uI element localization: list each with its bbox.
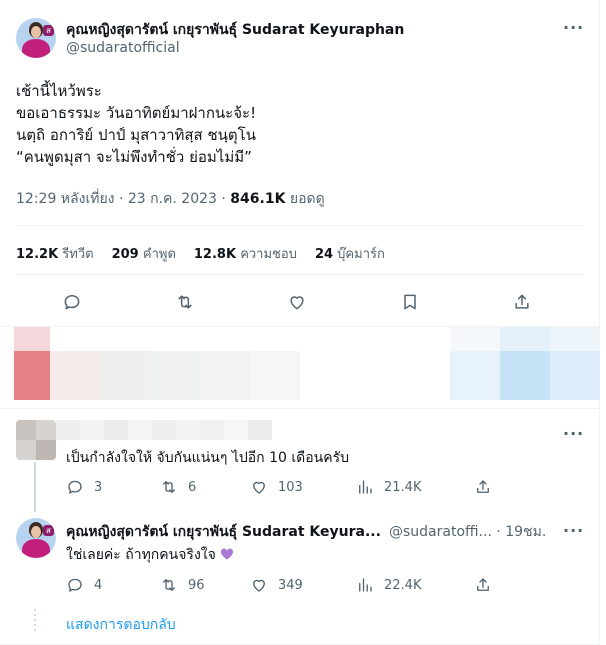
more-options-icon[interactable]: ··· <box>563 521 584 540</box>
thread-connector <box>34 462 36 512</box>
tweet-timestamp[interactable]: 12:29 หลังเที่ยง · 23 ก.ค. 2023 · <box>16 191 230 207</box>
author-avatar[interactable]: ส <box>16 18 56 58</box>
show-replies-link[interactable]: แสดงการตอบกลับ <box>66 614 176 636</box>
tweet-line: “คนพูดมุสา จะไม่พึงทำชั่ว ย่อมไม่มี” <box>16 148 252 166</box>
stat-retweets[interactable]: 12.2K รีทวีต <box>16 243 94 264</box>
reply-text: ใช่เลยค่ะ ถ้าทุกคนจริงใจ <box>66 544 234 566</box>
tweet-meta: 12:29 หลังเที่ยง · 23 ก.ค. 2023 · 846.1K… <box>16 188 325 210</box>
share-icon[interactable] <box>506 286 538 318</box>
reply-author-handle[interactable]: @sudaratoffi... <box>389 524 492 540</box>
author-name[interactable]: คุณหญิงสุดารัตน์ เกยุราพันธุ์ Sudarat Ke… <box>66 19 404 41</box>
stat-bookmarks[interactable]: 24 บุ๊คมาร์ก <box>315 243 385 264</box>
more-options-icon[interactable]: ··· <box>563 18 584 37</box>
reply-text: เป็นกำลังใจให้ จับกันแน่นๆ ไปอีก 10 เดือ… <box>66 450 349 466</box>
divider <box>0 408 600 409</box>
thread-dots <box>34 609 36 634</box>
reply-like-button[interactable]: 103 <box>250 478 303 496</box>
view-label: ยอดดู <box>285 191 325 207</box>
tweet-line: นตฺถิ อการิย์ ปาป์ มุสาวาทิสฺส ชนฺตุโน <box>16 126 256 144</box>
view-count[interactable]: 846.1K <box>230 191 285 207</box>
bookmark-icon[interactable] <box>394 286 426 318</box>
reply-views-button[interactable]: 21.4K <box>356 478 421 496</box>
retweet-icon[interactable] <box>169 286 201 318</box>
tweet-detail-panel: ส คุณหญิงสุดารัตน์ เกยุราพันธุ์ Sudarat … <box>0 0 600 645</box>
engagement-stats: 12.2K รีทวีต 209 คำพูด 12.8K ความชอบ 24 … <box>16 243 385 264</box>
reply-share-button[interactable] <box>474 478 492 496</box>
reply-reply-button[interactable]: 3 <box>66 478 102 496</box>
author-handle[interactable]: @sudaratofficial <box>66 40 180 56</box>
tweet-action-bar <box>16 286 584 318</box>
stat-quotes[interactable]: 209 คำพูด <box>112 243 176 264</box>
reply-retweet-button[interactable]: 96 <box>160 576 205 594</box>
reply-like-button[interactable]: 349 <box>250 576 303 594</box>
reply-author-name[interactable]: คุณหญิงสุดารัตน์ เกยุราพันธุ์ Sudarat Ke… <box>66 521 381 543</box>
tweet-line: ขอเอาธรรมะ วันอาทิตย์มาฝากนะจ้ะ! <box>16 104 257 122</box>
more-options-icon[interactable]: ··· <box>563 424 584 443</box>
reply-share-button[interactable] <box>474 576 492 594</box>
divider <box>16 274 584 275</box>
reply-author-blurred <box>56 420 286 440</box>
author-reply-avatar[interactable]: ส <box>16 518 56 558</box>
reply-retweet-button[interactable]: 6 <box>160 478 196 496</box>
reply-reply-button[interactable]: 4 <box>66 576 102 594</box>
tweet-line: เช้านี้ไหว้พระ <box>16 82 102 100</box>
tweet-text: เช้านี้ไหว้พระ ขอเอาธรรมะ วันอาทิตย์มาฝา… <box>16 80 256 168</box>
reply-author-meta: @sudaratoffi... · 19ชม. <box>389 521 546 543</box>
stat-likes[interactable]: 12.8K ความชอบ <box>194 243 297 264</box>
reply-views-button[interactable]: 22.4K <box>356 576 421 594</box>
reply-avatar-blurred[interactable] <box>16 420 56 460</box>
like-icon[interactable] <box>281 286 313 318</box>
divider <box>16 225 584 226</box>
blurred-content-strip <box>14 327 600 400</box>
purple-heart-icon <box>221 548 234 560</box>
reply-icon[interactable] <box>56 286 88 318</box>
reply-timestamp[interactable]: · 19ชม. <box>492 524 546 540</box>
